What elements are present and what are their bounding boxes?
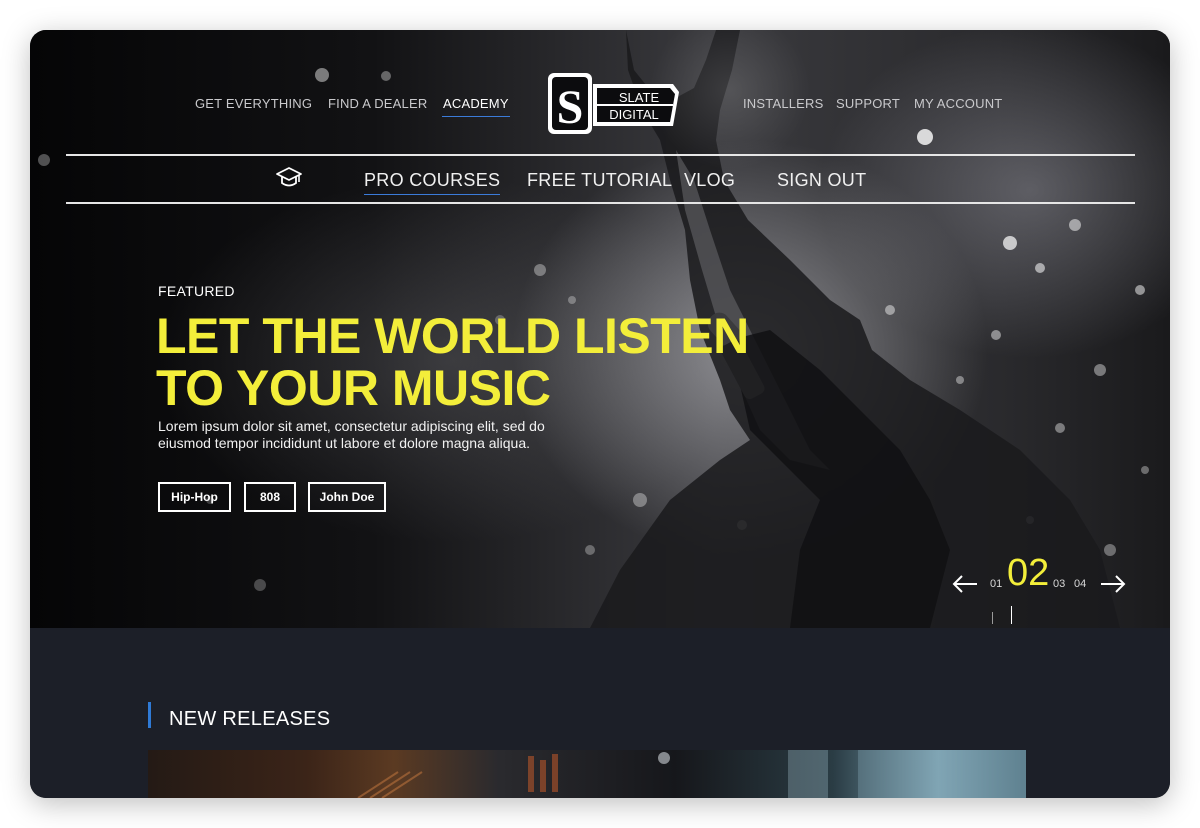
- content-section: NEW RELEASES: [30, 628, 1170, 798]
- subnav-divider-bottom: [66, 202, 1135, 204]
- nav-find-a-dealer[interactable]: FIND A DEALER: [328, 96, 427, 111]
- featured-label: FEATURED: [158, 283, 235, 299]
- nav-my-account[interactable]: MY ACCOUNT: [914, 96, 1002, 111]
- tag-hip-hop[interactable]: Hip-Hop: [158, 482, 231, 512]
- svg-text:SLATE: SLATE: [619, 90, 660, 105]
- graduation-cap-icon[interactable]: [275, 166, 303, 190]
- new-releases-title: NEW RELEASES: [169, 708, 331, 730]
- hero-banner: GET EVERYTHING FIND A DEALER ACADEMY INS…: [30, 30, 1170, 628]
- slate-digital-logo[interactable]: S SLATE DIGITAL: [547, 72, 683, 136]
- slide-progress-tick-active: [1011, 606, 1012, 624]
- browser-frame: GET EVERYTHING FIND A DEALER ACADEMY INS…: [30, 30, 1170, 798]
- subnav-vlog[interactable]: VLOG: [684, 170, 735, 191]
- arrow-left-icon[interactable]: [952, 575, 978, 593]
- svg-text:S: S: [557, 81, 584, 134]
- slide-number-01[interactable]: 01: [990, 578, 1002, 590]
- subnav-free-tutorial[interactable]: FREE TUTORIAL: [527, 170, 672, 191]
- hero-headline: LET THE WORLD LISTEN TO YOUR MUSIC: [156, 308, 749, 416]
- release-thumbnail-art: [357, 750, 1026, 798]
- arrow-right-icon[interactable]: [1100, 575, 1126, 593]
- logo-graphic: S SLATE DIGITAL: [548, 73, 679, 134]
- svg-text:DIGITAL: DIGITAL: [609, 107, 659, 122]
- hero-description: Lorem ipsum dolor sit amet, consectetur …: [158, 418, 545, 451]
- slide-number-03[interactable]: 03: [1053, 578, 1065, 590]
- nav-support[interactable]: SUPPORT: [836, 96, 900, 111]
- new-releases-image[interactable]: [148, 750, 1026, 798]
- slide-number-04[interactable]: 04: [1074, 578, 1086, 590]
- subnav-divider-top: [66, 154, 1135, 156]
- nav-installers[interactable]: INSTALLERS: [743, 96, 824, 111]
- slide-number-current: 02: [1007, 552, 1050, 594]
- nav-academy[interactable]: ACADEMY: [442, 96, 510, 117]
- subnav-pro-courses[interactable]: PRO COURSES: [364, 170, 501, 195]
- subnav-sign-out[interactable]: SIGN OUT: [777, 170, 866, 191]
- tag-808[interactable]: 808: [244, 482, 296, 512]
- nav-get-everything[interactable]: GET EVERYTHING: [195, 96, 312, 111]
- section-accent-bar: [148, 702, 151, 728]
- tag-john-doe[interactable]: John Doe: [308, 482, 386, 512]
- slide-progress-tick: [992, 612, 993, 624]
